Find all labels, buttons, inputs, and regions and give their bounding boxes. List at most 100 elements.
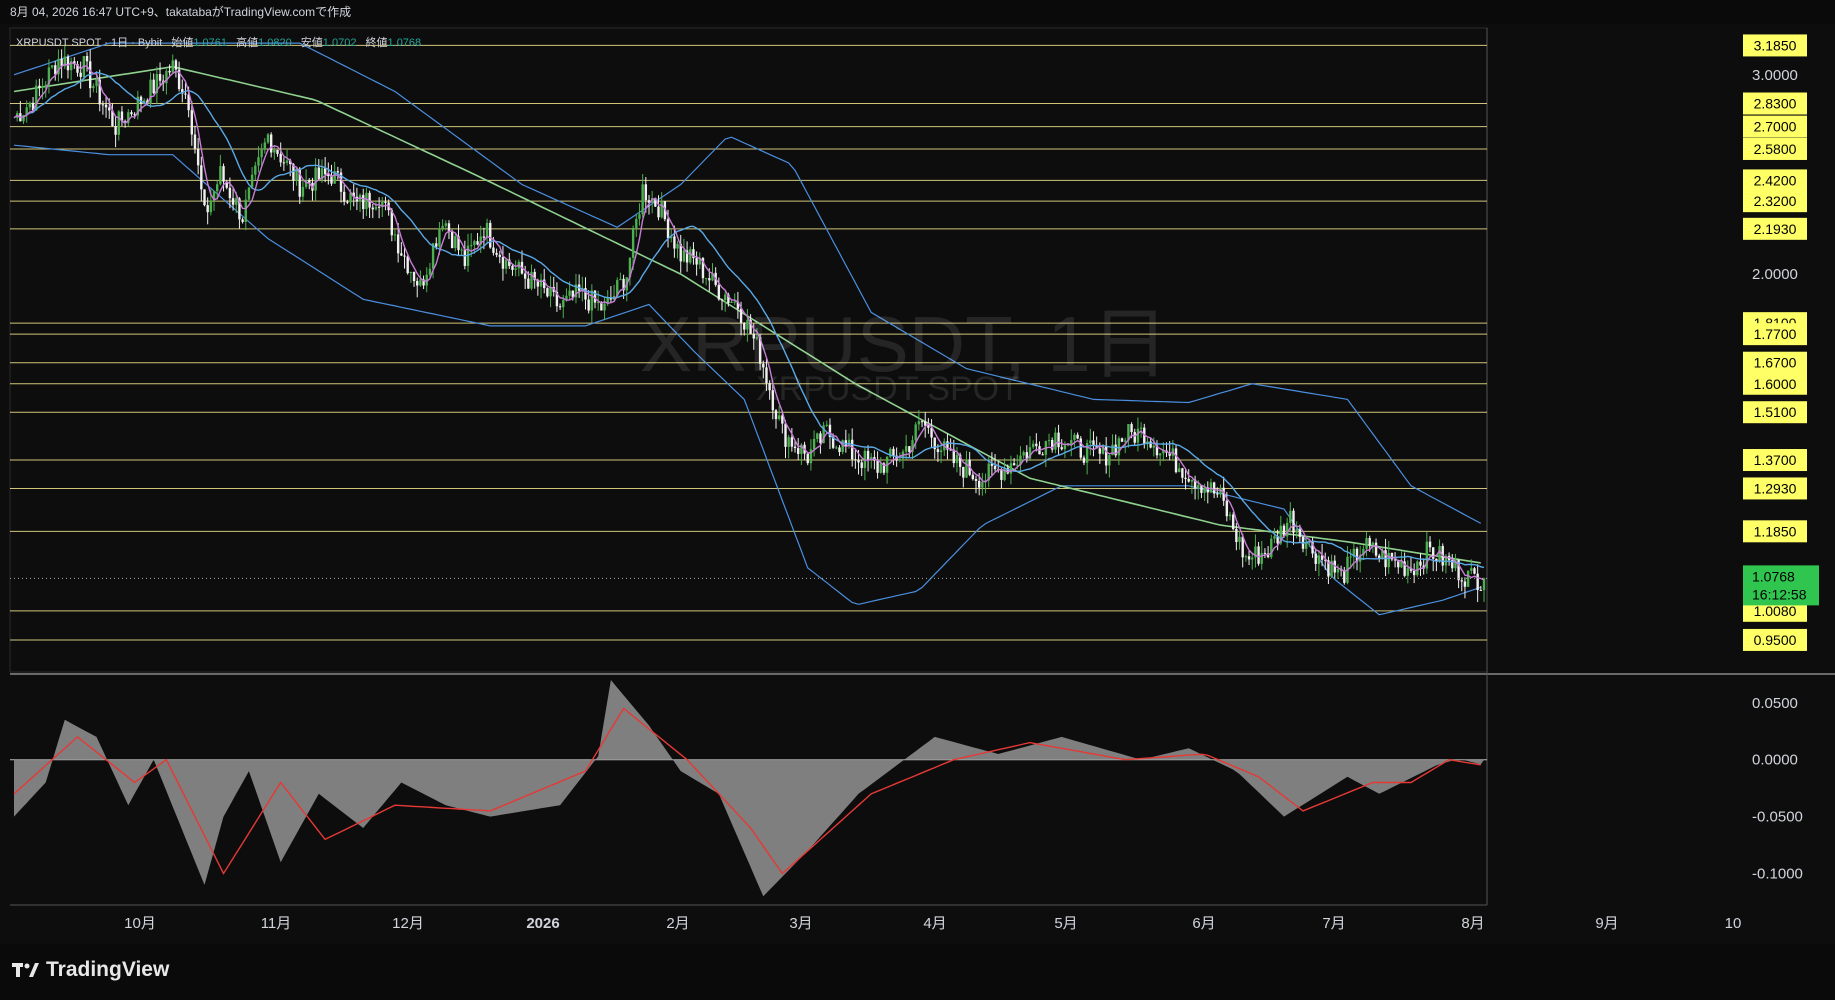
candle-body: [117, 111, 120, 135]
candle-body: [1070, 440, 1073, 445]
candle-body: [247, 187, 251, 200]
candle-body: [898, 458, 902, 461]
candle-body: [879, 463, 882, 473]
candle-body: [1235, 529, 1238, 543]
candle-body: [558, 306, 562, 308]
candle-body: [317, 167, 320, 180]
candle-body: [79, 72, 82, 77]
candle-body: [393, 234, 397, 236]
candle-body: [419, 279, 422, 286]
level-label-16: 0.9500: [1754, 632, 1797, 648]
candle-body: [593, 290, 597, 303]
candle-body: [835, 447, 838, 449]
candle-body: [171, 60, 174, 73]
x-tick-label-5: 3月: [789, 915, 812, 932]
candle-body: [1336, 568, 1340, 573]
candle-body: [1203, 487, 1206, 493]
candle-body: [1089, 440, 1092, 444]
oscillator-histogram-area: [14, 680, 1484, 897]
candle-body: [924, 421, 927, 426]
candle-body: [222, 166, 225, 182]
candle-body: [1108, 455, 1111, 466]
candle-body: [371, 207, 374, 210]
candle-body: [876, 460, 879, 473]
tradingview-brand[interactable]: TradingView: [12, 958, 169, 982]
candle-body: [568, 290, 571, 296]
candle-body: [231, 198, 235, 205]
candle-body: [546, 288, 549, 297]
level-label-5: 2.3200: [1754, 193, 1797, 209]
candle-body: [362, 194, 365, 210]
candle-body: [1378, 555, 1381, 559]
candle-body: [495, 252, 498, 255]
oscillator-tick-label-1: 0.0000: [1752, 752, 1798, 769]
candle-body: [209, 200, 213, 213]
candle-body: [190, 110, 193, 135]
price-chart[interactable]: 3.0000 2.0000 3.1850 2.8300 2.7000 2.5800 2.42…: [0, 0, 1835, 1000]
candle-body: [1079, 438, 1082, 458]
candle-body: [441, 225, 444, 229]
candle-body: [435, 243, 438, 247]
symbol-watermark-sub: XRPUSDT SPOT: [756, 370, 1020, 408]
candle-body: [1187, 478, 1190, 482]
candle-body: [330, 176, 333, 184]
footer-bar: [0, 944, 1835, 1000]
candle-body: [384, 201, 387, 203]
candle-body: [454, 236, 457, 249]
candle-body: [254, 165, 257, 175]
candle-body: [1231, 514, 1235, 530]
legend-high-value: 1.0820: [258, 37, 292, 49]
candle-body: [196, 148, 200, 166]
candle-body: [689, 249, 692, 263]
tradingview-logo-icon: [12, 961, 40, 979]
candle-body: [1047, 440, 1051, 442]
candle-body: [641, 184, 644, 215]
candle-body: [342, 191, 346, 202]
candle-body: [790, 437, 794, 447]
oscillator-tick-label-2: -0.0500: [1752, 809, 1803, 826]
candle-body: [1174, 448, 1178, 473]
candle-body: [1428, 541, 1432, 548]
candle-body: [28, 102, 32, 108]
candle-body: [1257, 546, 1260, 564]
candle-body: [666, 219, 670, 239]
legend-symbol[interactable]: XRPUSDT SPOT · 1日 · Bybit: [16, 37, 162, 49]
candle-body: [219, 166, 222, 185]
level-label-4: 2.4200: [1754, 172, 1797, 188]
candle-body: [590, 290, 594, 311]
candle-body: [1212, 482, 1216, 494]
candle-body: [962, 466, 965, 478]
candle-body: [1349, 556, 1352, 558]
candle-body: [409, 271, 413, 274]
candle-body: [1133, 432, 1136, 443]
candle-body: [92, 86, 95, 89]
candle-body: [447, 223, 451, 232]
candle-body: [1390, 552, 1394, 560]
candle-body: [412, 271, 416, 282]
candle-body: [41, 86, 44, 88]
candle-body: [927, 425, 930, 428]
candle-body: [1136, 428, 1140, 443]
candle-body: [365, 192, 368, 210]
candle-body: [908, 446, 911, 452]
candle-body: [806, 453, 809, 464]
candle-body: [396, 234, 400, 254]
candle-body: [793, 446, 797, 449]
candle-body: [974, 479, 978, 481]
candle-body: [301, 186, 305, 197]
candle-body: [463, 249, 467, 266]
candle-body: [1260, 552, 1263, 564]
candle-body: [1082, 457, 1086, 463]
candle-body: [1371, 542, 1375, 546]
candle-body: [1158, 453, 1162, 456]
legend-low-label: 安値: [300, 37, 323, 49]
candle-body: [66, 56, 70, 71]
last-price-countdown: 16:12:58: [1752, 586, 1807, 602]
candle-body: [416, 281, 419, 286]
candle-body: [1368, 538, 1371, 546]
ohlc-legend: XRPUSDT SPOT · 1日 · Bybit 始値1.0761 高値1.0…: [16, 34, 421, 50]
oscillator-tick-label-3: -0.1000: [1752, 866, 1803, 883]
x-tick-label-6: 4月: [923, 915, 946, 932]
candle-body: [631, 227, 635, 258]
candle-body: [406, 256, 409, 274]
